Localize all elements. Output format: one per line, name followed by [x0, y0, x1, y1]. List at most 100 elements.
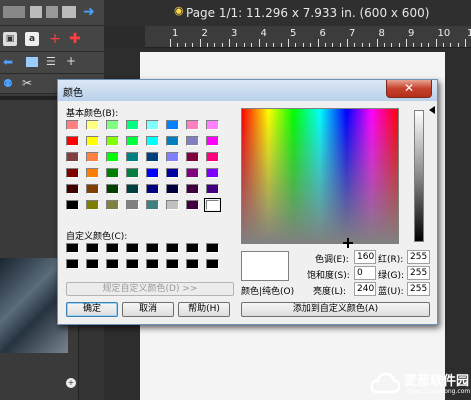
basic-color-swatch[interactable]: [146, 168, 159, 178]
basic-color-swatch[interactable]: [86, 168, 99, 178]
custom-color-swatch[interactable]: [126, 243, 139, 253]
basic-color-swatch[interactable]: [66, 184, 79, 194]
help-button[interactable]: 帮助(H): [178, 302, 230, 317]
custom-color-swatch[interactable]: [66, 259, 79, 269]
basic-color-swatch[interactable]: [166, 136, 179, 146]
color-spectrum[interactable]: [241, 108, 399, 248]
custom-color-swatch[interactable]: [186, 259, 199, 269]
custom-color-swatch[interactable]: [206, 243, 219, 253]
red-input[interactable]: 255: [407, 250, 430, 264]
basic-color-swatch[interactable]: [186, 152, 199, 162]
luminance-input[interactable]: 240: [354, 282, 376, 296]
basic-color-swatch[interactable]: [206, 120, 219, 130]
blue-input[interactable]: 255: [407, 282, 430, 296]
basic-color-swatch[interactable]: [166, 184, 179, 194]
tile-icon[interactable]: [46, 6, 58, 18]
back-arrow-icon[interactable]: ⬅: [3, 55, 13, 69]
basic-color-swatch[interactable]: [206, 136, 219, 146]
basic-color-swatch[interactable]: [166, 200, 179, 210]
basic-color-swatch[interactable]: [106, 152, 119, 162]
split-view-icon[interactable]: [26, 57, 38, 67]
ruler-number: 10: [437, 28, 451, 39]
basic-color-swatch[interactable]: [106, 136, 119, 146]
custom-color-swatch[interactable]: [66, 243, 79, 253]
basic-color-swatch[interactable]: [106, 184, 119, 194]
basic-color-swatch[interactable]: [146, 136, 159, 146]
custom-color-swatch[interactable]: [86, 259, 99, 269]
basic-color-swatch[interactable]: [166, 152, 179, 162]
basic-color-swatch[interactable]: [66, 200, 79, 210]
list-icon[interactable]: ☰: [46, 55, 56, 68]
basic-color-swatch[interactable]: [186, 136, 199, 146]
basic-color-swatch[interactable]: [86, 184, 99, 194]
basic-color-swatch[interactable]: [206, 152, 219, 162]
basic-color-swatch[interactable]: [166, 120, 179, 130]
basic-color-swatch[interactable]: [66, 136, 79, 146]
forward-arrow-icon[interactable]: ➜: [83, 4, 95, 20]
saturation-input[interactable]: 0: [354, 266, 376, 280]
basic-color-swatch[interactable]: [106, 200, 119, 210]
basic-color-swatch[interactable]: [126, 184, 139, 194]
basic-color-swatch[interactable]: [206, 168, 219, 178]
basic-color-swatch[interactable]: [126, 168, 139, 178]
luminance-pointer-icon[interactable]: [429, 106, 435, 114]
basic-color-swatch[interactable]: [146, 120, 159, 130]
window-control-icon[interactable]: [3, 6, 25, 18]
green-input[interactable]: 255: [407, 266, 430, 280]
dialog-titlebar[interactable]: 颜色 ✕: [58, 80, 437, 101]
basic-color-swatch[interactable]: [186, 184, 199, 194]
hue-input[interactable]: 160: [354, 250, 376, 264]
custom-color-swatch[interactable]: [166, 243, 179, 253]
add-red-icon[interactable]: +: [48, 31, 62, 47]
basic-color-swatch[interactable]: [126, 136, 139, 146]
add-circle-icon[interactable]: +: [66, 378, 76, 388]
basic-color-swatch[interactable]: [106, 168, 119, 178]
basic-color-swatch[interactable]: [186, 120, 199, 130]
basic-color-swatch[interactable]: [126, 120, 139, 130]
custom-color-swatch[interactable]: [186, 243, 199, 253]
basic-color-swatch[interactable]: [106, 120, 119, 130]
basic-color-swatch[interactable]: [66, 120, 79, 130]
add-layer-icon[interactable]: +: [66, 54, 76, 68]
basic-color-swatch[interactable]: [146, 152, 159, 162]
cancel-button[interactable]: 取消: [122, 302, 174, 317]
ruler-number: 5: [290, 28, 297, 39]
restore-icon[interactable]: [30, 6, 42, 18]
ok-button[interactable]: 确定: [66, 302, 118, 317]
basic-color-swatch[interactable]: [186, 200, 199, 210]
luminance-bar[interactable]: [414, 110, 424, 242]
basic-color-swatch[interactable]: [126, 152, 139, 162]
custom-color-swatch[interactable]: [166, 259, 179, 269]
text-tool-icon[interactable]: a: [25, 32, 39, 46]
add-to-custom-colors-button[interactable]: 添加到自定义颜色(A): [241, 302, 430, 317]
custom-color-swatch[interactable]: [86, 243, 99, 253]
basic-color-swatch[interactable]: [86, 120, 99, 130]
basic-color-swatch[interactable]: [126, 200, 139, 210]
define-custom-colors-button[interactable]: 规定自定义颜色(D) >>: [66, 282, 234, 296]
custom-color-swatch[interactable]: [106, 259, 119, 269]
tool-row-1: ▣ a + ✚: [0, 26, 104, 52]
basic-color-swatch[interactable]: [206, 184, 219, 194]
custom-color-swatch[interactable]: [146, 243, 159, 253]
basic-color-swatch[interactable]: [86, 152, 99, 162]
watermark: 麦葱软件园 www.52maicong.com: [366, 366, 471, 400]
basic-color-swatch[interactable]: [146, 200, 159, 210]
basic-color-swatch[interactable]: [204, 198, 221, 212]
basic-color-swatch[interactable]: [86, 136, 99, 146]
basic-color-swatch[interactable]: [166, 168, 179, 178]
close-button[interactable]: ✕: [386, 80, 432, 98]
basic-color-swatch[interactable]: [66, 168, 79, 178]
custom-color-swatch[interactable]: [106, 243, 119, 253]
tools-icon[interactable]: ✂: [22, 76, 32, 90]
custom-color-swatch[interactable]: [126, 259, 139, 269]
basic-color-swatch[interactable]: [66, 152, 79, 162]
basic-color-swatch[interactable]: [86, 200, 99, 210]
select-tool-icon[interactable]: ▣: [3, 32, 17, 46]
custom-color-swatch[interactable]: [206, 259, 219, 269]
add-blue-icon[interactable]: ✚: [68, 31, 82, 47]
people-icon[interactable]: ⚉: [3, 77, 13, 90]
custom-color-swatch[interactable]: [146, 259, 159, 269]
basic-color-swatch[interactable]: [186, 168, 199, 178]
basic-color-swatch[interactable]: [146, 184, 159, 194]
maximize-icon[interactable]: [62, 6, 76, 18]
